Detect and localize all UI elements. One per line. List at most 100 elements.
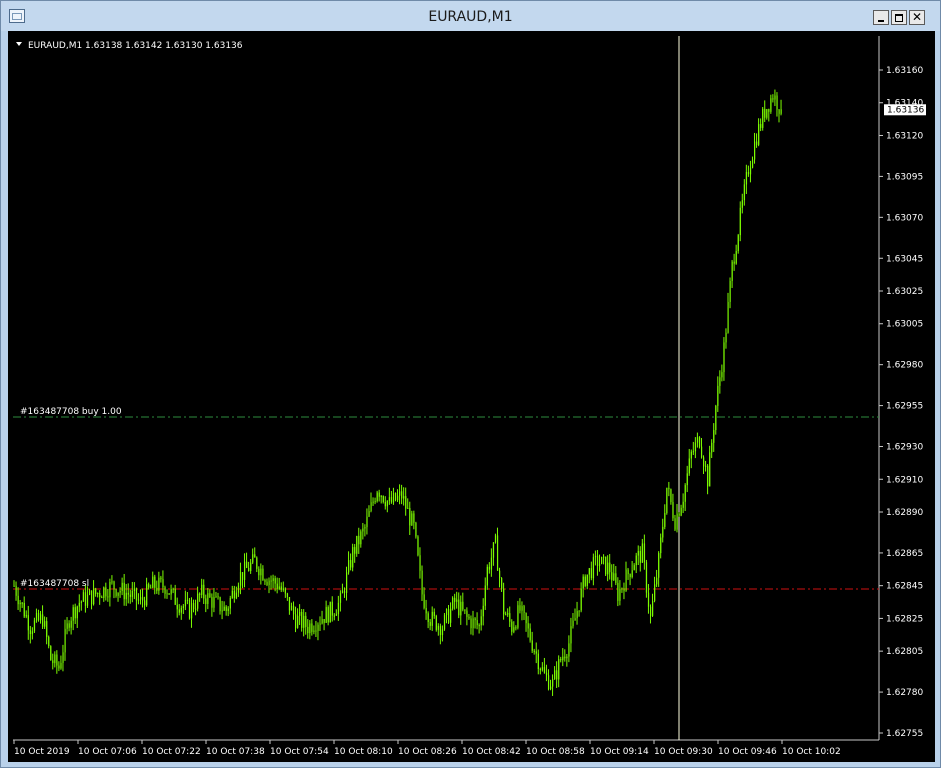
- price-candle: [733, 253, 735, 271]
- price-candle: [674, 514, 676, 532]
- price-candle: [270, 575, 272, 590]
- price-candle: [397, 489, 399, 502]
- maximize-button[interactable]: [891, 10, 907, 25]
- price-candle: [376, 490, 378, 503]
- price-candle: [558, 655, 560, 688]
- price-candle: [666, 487, 668, 515]
- price-candle: [605, 556, 607, 577]
- price-candle: [445, 608, 448, 624]
- price-candle: [425, 599, 427, 620]
- price-candle: [203, 579, 205, 605]
- price-candle: [774, 89, 776, 107]
- price-candle: [409, 501, 411, 535]
- price-candle: [515, 625, 517, 631]
- price-candle: [741, 193, 743, 214]
- price-candle: [541, 662, 544, 672]
- price-candle: [321, 610, 323, 625]
- price-candle: [399, 484, 401, 505]
- price-candle: [743, 179, 746, 206]
- price-candle: [88, 588, 91, 596]
- price-candle: [182, 604, 185, 614]
- price-candle: [13, 580, 15, 587]
- price-candle: [584, 574, 586, 588]
- price-candle: [186, 592, 189, 605]
- price-candle: [531, 631, 533, 653]
- price-candle: [739, 201, 741, 242]
- price-candle: [762, 106, 764, 131]
- price-candle: [552, 674, 554, 696]
- price-candle: [511, 619, 513, 636]
- price-candle: [488, 562, 491, 574]
- price-candle: [231, 585, 233, 599]
- price-candle: [411, 510, 413, 526]
- price-candle: [129, 589, 131, 604]
- price-candle: [501, 577, 503, 592]
- price-candle: [460, 595, 462, 625]
- price-candle: [31, 627, 34, 640]
- price-scale[interactable]: 1.631601.631401.631201.630951.630701.630…: [879, 66, 923, 739]
- minimize-button[interactable]: [873, 10, 889, 25]
- price-tick-label: 1.63120: [886, 131, 923, 141]
- price-candle: [656, 569, 658, 588]
- price-candle: [403, 487, 405, 506]
- price-candle: [405, 487, 407, 516]
- price-candle: [568, 635, 570, 663]
- time-tick-label: 10 Oct 07:06: [78, 747, 137, 757]
- close-icon: ✕: [912, 10, 923, 24]
- price-candle: [176, 597, 178, 618]
- price-candle: [588, 567, 590, 584]
- triangle-down-icon[interactable]: [16, 42, 22, 46]
- chart-area[interactable]: #163487708 buy 1.00 #163487708 sl EURAUD…: [8, 31, 935, 762]
- price-candle: [346, 566, 348, 601]
- price-candle: [15, 581, 17, 601]
- price-candle: [125, 583, 127, 606]
- price-tick-label: 1.62825: [886, 614, 923, 624]
- price-tick-label: 1.63005: [886, 320, 923, 330]
- time-tick-label: 10 Oct 09:14: [590, 747, 649, 757]
- price-candle: [40, 610, 42, 624]
- price-candle: [454, 593, 456, 610]
- buy-order-label: #163487708 buy 1.00: [20, 407, 122, 417]
- price-candle: [352, 543, 354, 572]
- price-candle: [637, 545, 639, 566]
- close-button[interactable]: ✕: [909, 10, 925, 25]
- price-chart[interactable]: #163487708 buy 1.00 #163487708 sl EURAUD…: [8, 31, 935, 762]
- price-candle: [735, 244, 737, 265]
- price-candle: [462, 592, 464, 612]
- price-candle: [507, 608, 509, 617]
- price-candle: [25, 610, 27, 619]
- price-candle: [190, 597, 193, 628]
- price-candle: [382, 495, 384, 504]
- time-scale[interactable]: 10 Oct 2019 10 Oct 07:06 10 Oct 07:22 10 Oc…: [13, 740, 841, 757]
- price-candle: [601, 556, 603, 565]
- price-candle: [635, 552, 637, 574]
- price-candle: [258, 566, 260, 581]
- price-candle: [27, 605, 29, 640]
- title-bar[interactable]: EURAUD,M1 ✕: [1, 1, 940, 31]
- price-candle: [772, 94, 774, 103]
- price-candle: [166, 589, 168, 599]
- price-candle: [368, 505, 370, 518]
- price-tick-label: 1.63095: [886, 172, 923, 182]
- price-candle: [341, 583, 344, 594]
- price-candle: [554, 666, 556, 680]
- price-candle: [682, 493, 684, 514]
- price-candle: [327, 605, 329, 626]
- time-tick-label: 10 Oct 07:38: [206, 747, 265, 757]
- price-candle: [680, 504, 682, 517]
- price-candle: [641, 538, 644, 563]
- price-candle: [486, 564, 488, 590]
- price-candle: [303, 609, 305, 637]
- price-candle: [448, 605, 450, 624]
- price-candle: [142, 588, 144, 608]
- price-tick-label: 1.63160: [886, 66, 923, 76]
- price-candle: [662, 518, 664, 543]
- price-candle: [533, 648, 535, 655]
- price-candle: [468, 613, 470, 620]
- price-candle: [484, 577, 486, 610]
- price-candle: [221, 600, 223, 620]
- price-candle: [37, 609, 40, 622]
- price-candle: [578, 610, 580, 617]
- price-candle: [633, 563, 635, 571]
- price-candle: [450, 602, 452, 628]
